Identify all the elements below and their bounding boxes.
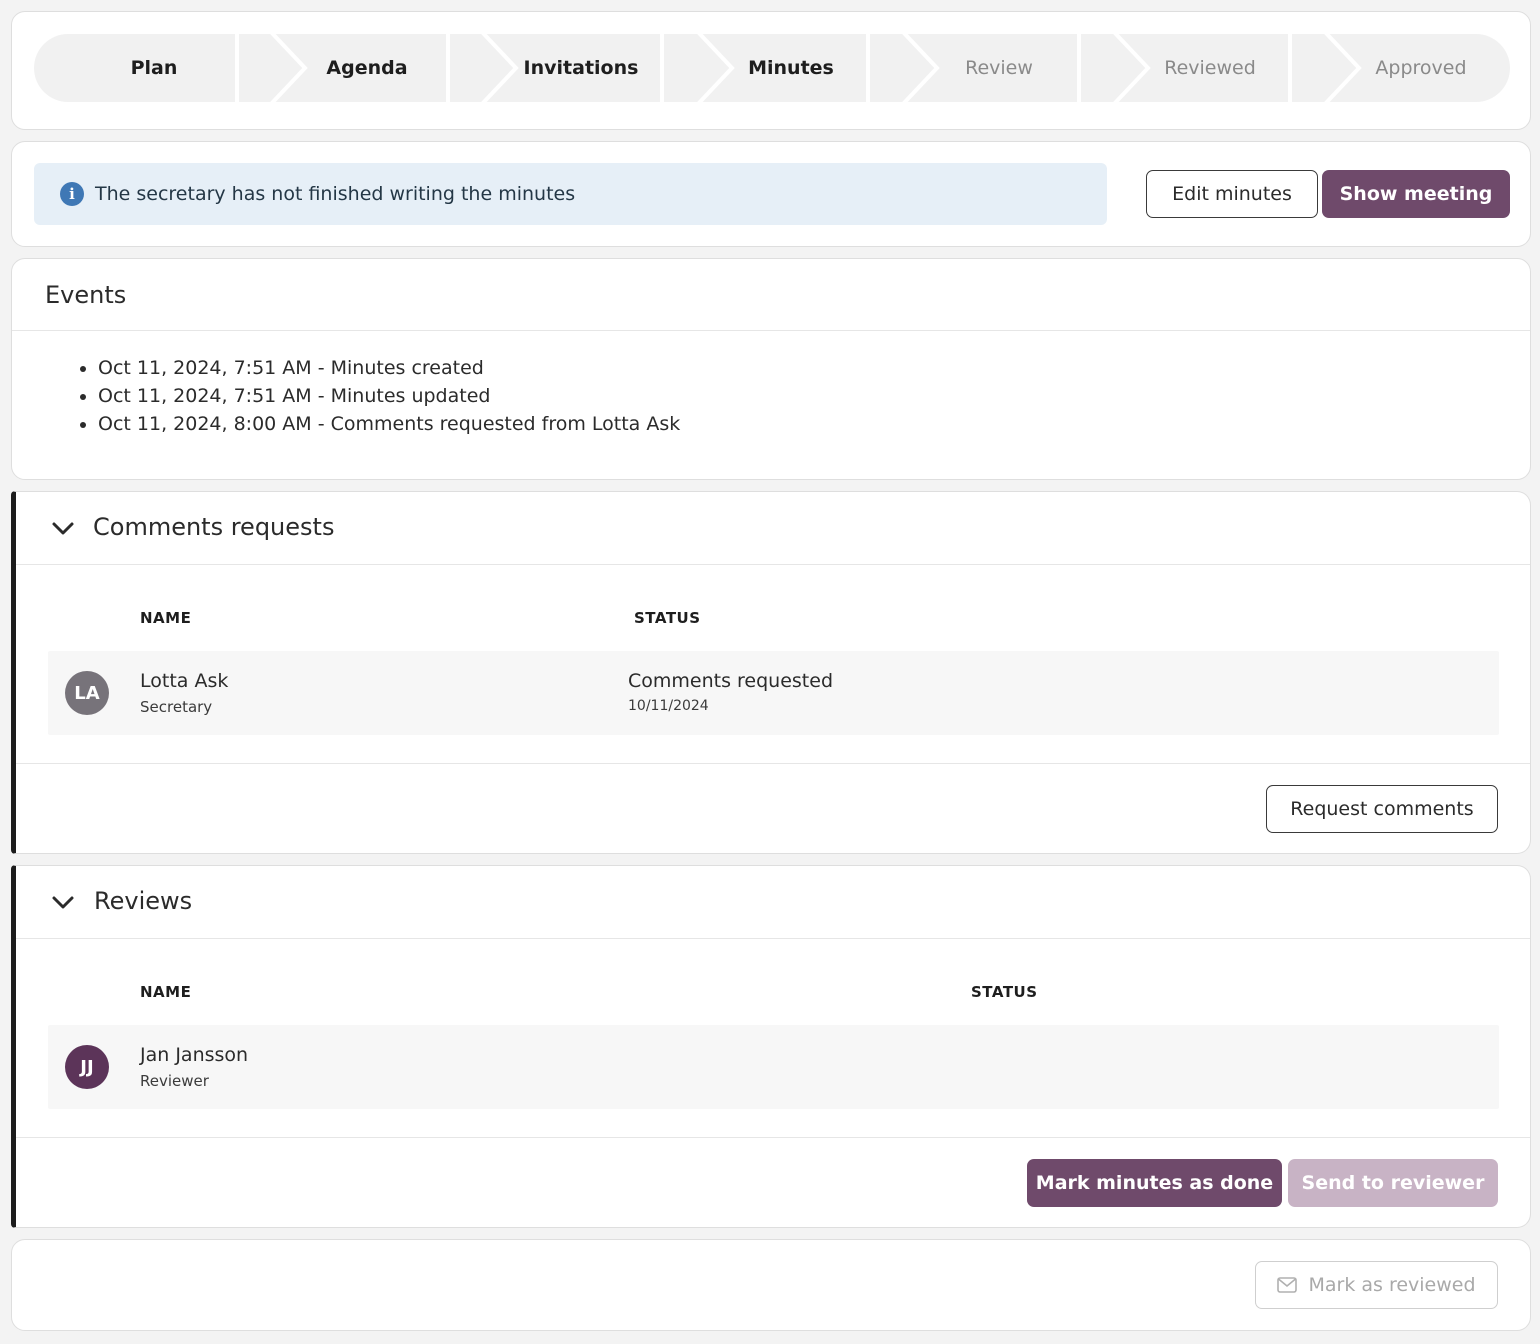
progress-stepper: Plan Agenda Invitations Minutes Review R… xyxy=(34,34,1510,102)
info-banner: i The secretary has not finished writing… xyxy=(34,163,1107,225)
comments-col-status: STATUS xyxy=(634,609,701,627)
reviews-col-status: STATUS xyxy=(971,983,1038,1001)
info-message: The secretary has not finished writing t… xyxy=(95,183,576,205)
step-plan[interactable]: Plan xyxy=(34,34,274,102)
avatar: LA xyxy=(65,671,109,715)
reviews-divider-top xyxy=(16,938,1530,939)
chevron-down-icon[interactable] xyxy=(50,515,76,541)
comments-divider-top xyxy=(16,564,1530,565)
events-card: Events Oct 11, 2024, 7:51 AM - Minutes c… xyxy=(11,258,1531,480)
status-text: Comments requested xyxy=(628,670,834,692)
step-reviewed[interactable]: Reviewed xyxy=(1091,34,1329,102)
event-item: Oct 11, 2024, 8:00 AM - Comments request… xyxy=(98,410,680,438)
event-item: Oct 11, 2024, 7:51 AM - Minutes updated xyxy=(98,382,680,410)
mark-minutes-done-button[interactable]: Mark minutes as done xyxy=(1027,1159,1282,1207)
person-role: Reviewer xyxy=(140,1072,209,1090)
step-agenda[interactable]: Agenda xyxy=(247,34,487,102)
avatar: JJ xyxy=(65,1045,109,1089)
progress-card: Plan Agenda Invitations Minutes Review R… xyxy=(11,11,1531,130)
events-list: Oct 11, 2024, 7:51 AM - Minutes created … xyxy=(98,354,680,438)
mark-as-reviewed-label: Mark as reviewed xyxy=(1308,1274,1476,1296)
event-item: Oct 11, 2024, 7:51 AM - Minutes created xyxy=(98,354,680,382)
person-role: Secretary xyxy=(140,698,213,716)
reviews-title: Reviews xyxy=(94,887,193,915)
comments-requests-title: Comments requests xyxy=(93,513,335,541)
step-approved[interactable]: Approved xyxy=(1302,34,1510,102)
minutes-status-card: i The secretary has not finished writing… xyxy=(11,141,1531,247)
person-name: Lotta Ask xyxy=(140,670,229,692)
step-invitations[interactable]: Invitations xyxy=(458,34,704,102)
review-actions-card: Mark as reviewed xyxy=(11,1239,1531,1331)
mark-as-reviewed-button[interactable]: Mark as reviewed xyxy=(1255,1261,1498,1309)
step-review[interactable]: Review xyxy=(880,34,1118,102)
comments-requests-card: Comments requests NAME STATUS LA Lotta A… xyxy=(11,491,1531,854)
info-icon: i xyxy=(60,182,84,206)
table-row: LA Lotta Ask Secretary Comments requeste… xyxy=(48,651,1499,735)
reviews-divider-bottom xyxy=(16,1137,1530,1138)
send-to-reviewer-button[interactable]: Send to reviewer xyxy=(1288,1159,1498,1207)
comments-divider-bottom xyxy=(16,763,1530,764)
events-title: Events xyxy=(45,281,127,309)
request-comments-button[interactable]: Request comments xyxy=(1266,785,1498,833)
reviews-col-name: NAME xyxy=(140,983,192,1001)
edit-minutes-button[interactable]: Edit minutes xyxy=(1146,170,1318,218)
person-name: Jan Jansson xyxy=(140,1044,249,1066)
table-row: JJ Jan Jansson Reviewer xyxy=(48,1025,1499,1109)
comments-col-name: NAME xyxy=(140,609,192,627)
events-divider xyxy=(12,330,1530,331)
show-meeting-button[interactable]: Show meeting xyxy=(1322,170,1510,218)
step-minutes[interactable]: Minutes xyxy=(675,34,907,102)
status-date: 10/11/2024 xyxy=(628,698,709,714)
envelope-icon xyxy=(1277,1277,1298,1293)
chevron-down-icon[interactable] xyxy=(50,889,76,915)
reviews-card: Reviews NAME STATUS JJ Jan Jansson Revie… xyxy=(11,865,1531,1228)
